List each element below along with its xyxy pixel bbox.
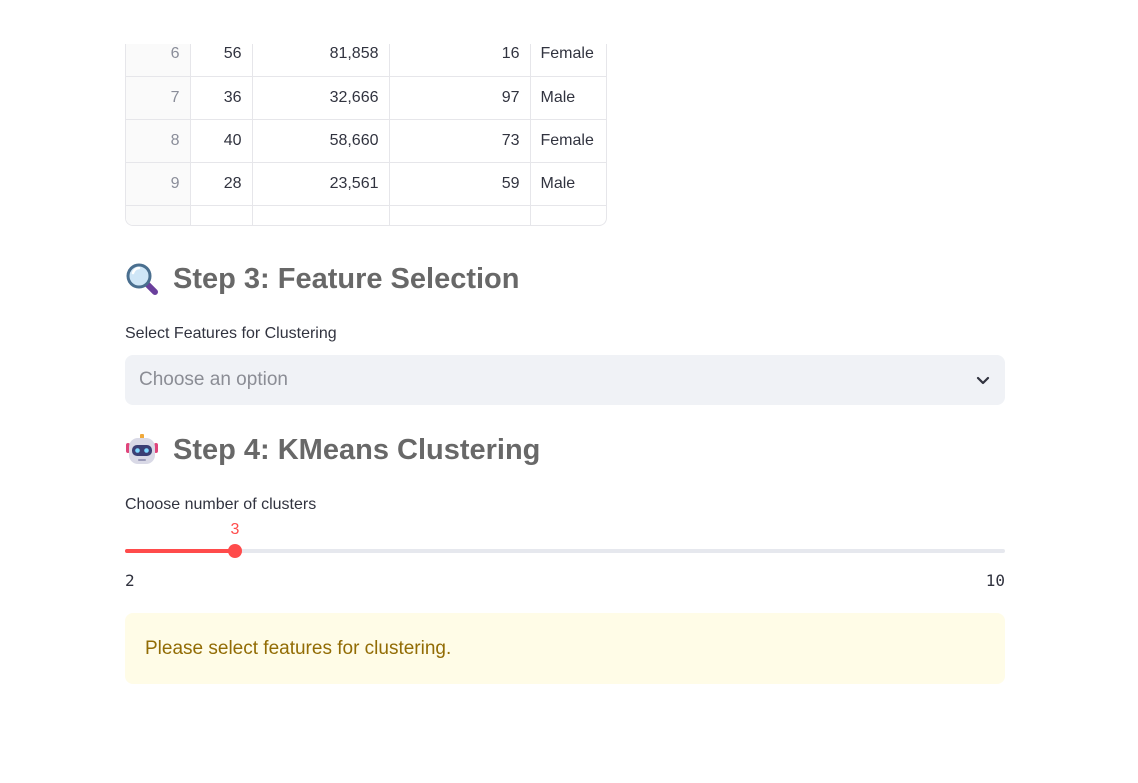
- row-index: 9: [126, 162, 191, 206]
- chevron-down-icon[interactable]: [975, 372, 991, 388]
- step3-heading-text: Step 3: Feature Selection: [173, 262, 520, 295]
- magnifying-glass-icon: [125, 262, 159, 296]
- table-cell: 58,660: [252, 119, 390, 163]
- table-cell: 40: [190, 119, 253, 163]
- slider-max: 10: [985, 571, 1005, 590]
- table-row: 8 40 58,660 73 Female: [126, 119, 606, 163]
- row-index: 6: [126, 44, 191, 77]
- table-cell: 36: [190, 76, 253, 120]
- table-row: 7 36 32,666 97 Male: [126, 76, 606, 120]
- clusters-slider-label: Choose number of clusters: [125, 496, 317, 513]
- select-placeholder: Choose an option: [139, 369, 288, 390]
- row-index: 8: [126, 119, 191, 163]
- clusters-slider[interactable]: 3 2 10: [125, 520, 1005, 600]
- robot-icon: [125, 433, 159, 467]
- table-cell: 56: [190, 44, 253, 77]
- table-cell: [252, 205, 390, 225]
- data-table[interactable]: 6 56 81,858 16 Female 7 36 32,666 97 Mal…: [125, 44, 607, 226]
- row-index: [126, 205, 191, 225]
- warning-alert: Please select features for clustering.: [125, 613, 1005, 684]
- slider-value: 3: [230, 521, 240, 538]
- table-cell: Male: [530, 162, 606, 206]
- slider-track[interactable]: [125, 549, 1005, 553]
- table-cell: Female: [530, 44, 606, 77]
- table-cell: 73: [389, 119, 531, 163]
- alert-message: Please select features for clustering.: [145, 637, 452, 659]
- table-cell: 28: [190, 162, 253, 206]
- table-cell: 23,561: [252, 162, 390, 206]
- table-cell: [389, 205, 531, 225]
- slider-min: 2: [125, 571, 135, 590]
- table-cell: 59: [389, 162, 531, 206]
- table-row: 9 28 23,561 59 Male: [126, 162, 606, 206]
- slider-thumb[interactable]: [228, 544, 242, 558]
- table-cell: Female: [530, 119, 606, 163]
- table-cell: [190, 205, 253, 225]
- features-multiselect[interactable]: Choose an option: [125, 355, 1005, 405]
- table-row-partial: [126, 205, 606, 225]
- row-index: 7: [126, 76, 191, 120]
- table-cell: Male: [530, 76, 606, 120]
- step4-heading: Step 4: KMeans Clustering: [125, 433, 540, 467]
- step4-heading-text: Step 4: KMeans Clustering: [173, 433, 541, 466]
- table-cell: 16: [389, 44, 531, 77]
- table-row: 6 56 81,858 16 Female: [126, 44, 606, 77]
- slider-fill: [125, 549, 235, 553]
- table-cell: 32,666: [252, 76, 390, 120]
- table-cell: 81,858: [252, 44, 390, 77]
- table-cell: 97: [389, 76, 531, 120]
- step3-heading: Step 3: Feature Selection: [125, 262, 520, 296]
- features-select-label: Select Features for Clustering: [125, 325, 337, 342]
- table-cell: [530, 205, 606, 225]
